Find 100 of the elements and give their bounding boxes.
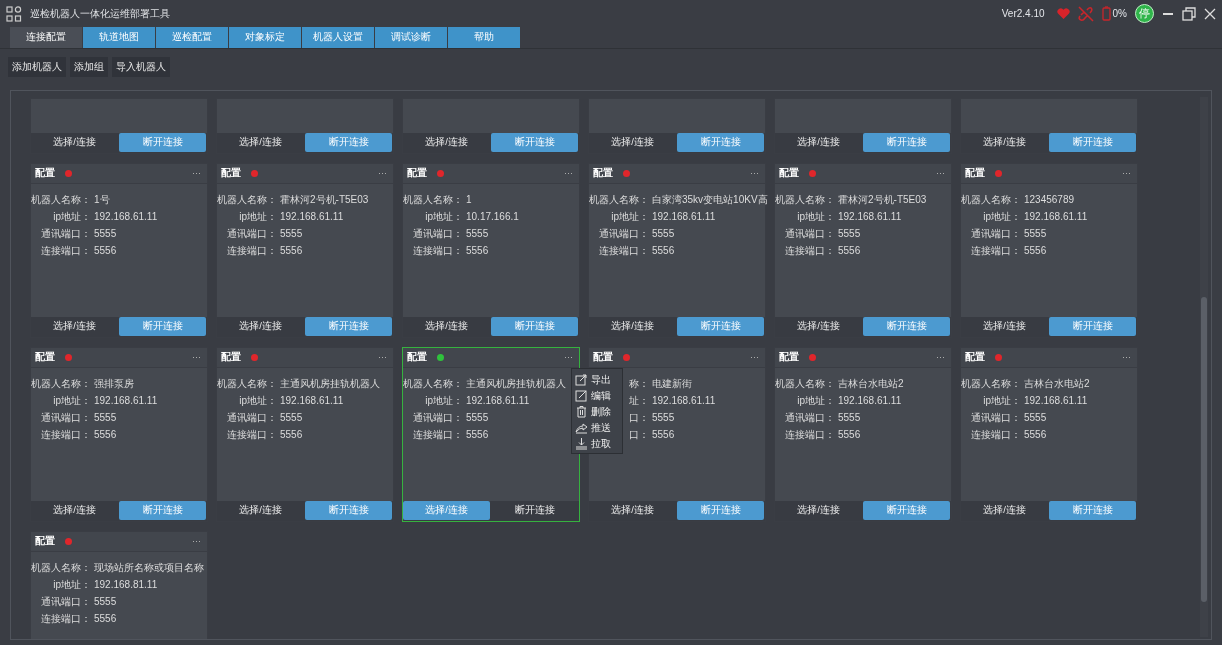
field-label: 机器人名称： [31,377,91,391]
field-value: 192.168.61.11 [837,394,902,408]
card-title: 配置 [593,166,613,181]
menu-item[interactable]: 拉取 [572,435,622,451]
field-label: 连接端口： [785,428,835,442]
field-label: 连接端口： [227,428,277,442]
broken-link-icon [1077,5,1094,22]
field-value: 5555 [93,227,117,241]
field-label: ip地址： [53,394,91,408]
disconnect-button[interactable]: 断开连接 [119,501,206,520]
field-label: ip地址： [797,210,835,224]
field-label: 机器人名称： [31,193,91,207]
toolbar-button[interactable]: 添加机器人 [8,57,66,77]
field-label: 通讯端口： [41,595,91,609]
field-label: ip地址： [611,210,649,224]
disconnect-button[interactable]: 断开连接 [863,501,950,520]
disconnect-button[interactable]: 断开连接 [119,317,206,336]
version-text: Ver2.4.10 [1001,7,1045,21]
card-title: 配置 [407,350,427,365]
menu-item[interactable]: 推送 [572,419,622,435]
field-label: 连接端口： [41,244,91,258]
disconnect-button[interactable]: 断开连接 [1049,133,1136,152]
field-value: 5556 [465,428,489,442]
close-icon[interactable] [1204,7,1216,20]
more-button[interactable]: ··· [936,166,945,181]
field-value: 5555 [93,595,117,609]
menu-item[interactable]: 导出 [572,371,622,387]
disconnect-button[interactable]: 断开连接 [1049,317,1136,336]
field-value: 192.168.61.11 [279,394,344,408]
tab[interactable]: 巡检配置 [156,27,228,48]
tab[interactable]: 调试诊断 [375,27,447,48]
field-value: 192.168.61.11 [465,394,530,408]
field-value: 5556 [93,612,117,626]
more-button[interactable]: ··· [192,534,201,549]
field-value: 现场站所名称或项目名称 [93,561,204,575]
more-button[interactable]: ··· [564,166,573,181]
field-label: ip地址： [239,394,277,408]
field-value: 10.17.166.1 [465,210,519,224]
field-label: ip地址： [239,210,277,224]
disconnect-button[interactable]: 断开连接 [305,317,392,336]
field-value: 5555 [651,411,675,425]
share-icon [575,420,588,434]
disconnect-button[interactable]: 断开连接 [863,133,950,152]
window-title: 巡检机器人一体化运维部署工具 [30,7,170,21]
tab[interactable]: 帮助 [448,27,520,48]
tab[interactable]: 连接配置 [10,27,82,48]
field-label: 通讯端口： [599,227,649,241]
more-button[interactable]: ··· [936,350,945,365]
more-button[interactable]: ··· [192,350,201,365]
more-button[interactable]: ··· [378,350,387,365]
disconnect-button[interactable]: 断开连接 [119,133,206,152]
field-value: 强排泵房 [93,377,134,391]
field-label: 机器人名称： [403,193,463,207]
field-label: 连接端口： [971,428,1021,442]
more-button[interactable]: ··· [1122,166,1131,181]
toolbar-button[interactable]: 导入机器人 [112,57,170,77]
field-label: ip地址： [983,210,1021,224]
field-value: 5556 [279,244,303,258]
field-value: 5556 [93,428,117,442]
field-label: ip地址： [53,578,91,592]
field-label: 连接端口： [971,244,1021,258]
field-value: 5556 [93,244,117,258]
more-button[interactable]: ··· [750,166,759,181]
disconnect-button[interactable]: 断开连接 [305,133,392,152]
menu-item[interactable]: 删除 [572,403,622,419]
disconnect-button[interactable]: 断开连接 [677,133,764,152]
scrollbar[interactable] [1200,97,1208,637]
disconnect-button[interactable]: 断开连接 [1049,501,1136,520]
field-label: ip地址： [425,210,463,224]
field-value: 吉林台水电站2 [1023,377,1090,391]
disconnect-button[interactable]: 断开连接 [305,501,392,520]
battery-percent: 0% [1112,7,1127,21]
field-label: 机器人名称： [403,377,463,391]
tab[interactable]: 轨道地图 [83,27,155,48]
connect-button[interactable]: 选择/连接 [403,501,490,520]
disconnect-button[interactable]: 断开连接 [677,317,764,336]
more-button[interactable]: ··· [378,166,387,181]
disconnect-button[interactable]: 断开连接 [491,317,578,336]
field-value: 5555 [1023,227,1047,241]
more-button[interactable]: ··· [750,350,759,365]
field-label: 机器人名称： [31,561,91,575]
field-label: ip地址： [797,394,835,408]
field-value: 5555 [837,411,861,425]
disconnect-button[interactable]: 断开连接 [677,501,764,520]
field-value: 192.168.61.11 [93,394,158,408]
field-label: 通讯端口： [227,227,277,241]
disconnect-button[interactable]: 断开连接 [863,317,950,336]
field-value: 1 [465,193,472,207]
more-button[interactable]: ··· [1122,350,1131,365]
more-button[interactable]: ··· [192,166,201,181]
field-label: 连接端口： [41,428,91,442]
field-value: 192.168.61.11 [93,210,158,224]
tab[interactable]: 机器人设置 [302,27,374,48]
card-title: 配置 [779,350,799,365]
more-button[interactable]: ··· [564,350,573,365]
tab[interactable]: 对象标定 [229,27,301,48]
menu-item[interactable]: 编辑 [572,387,622,403]
disconnect-button[interactable]: 断开连接 [491,133,578,152]
restore-icon[interactable] [1182,6,1196,21]
toolbar-button[interactable]: 添加组 [70,57,108,77]
